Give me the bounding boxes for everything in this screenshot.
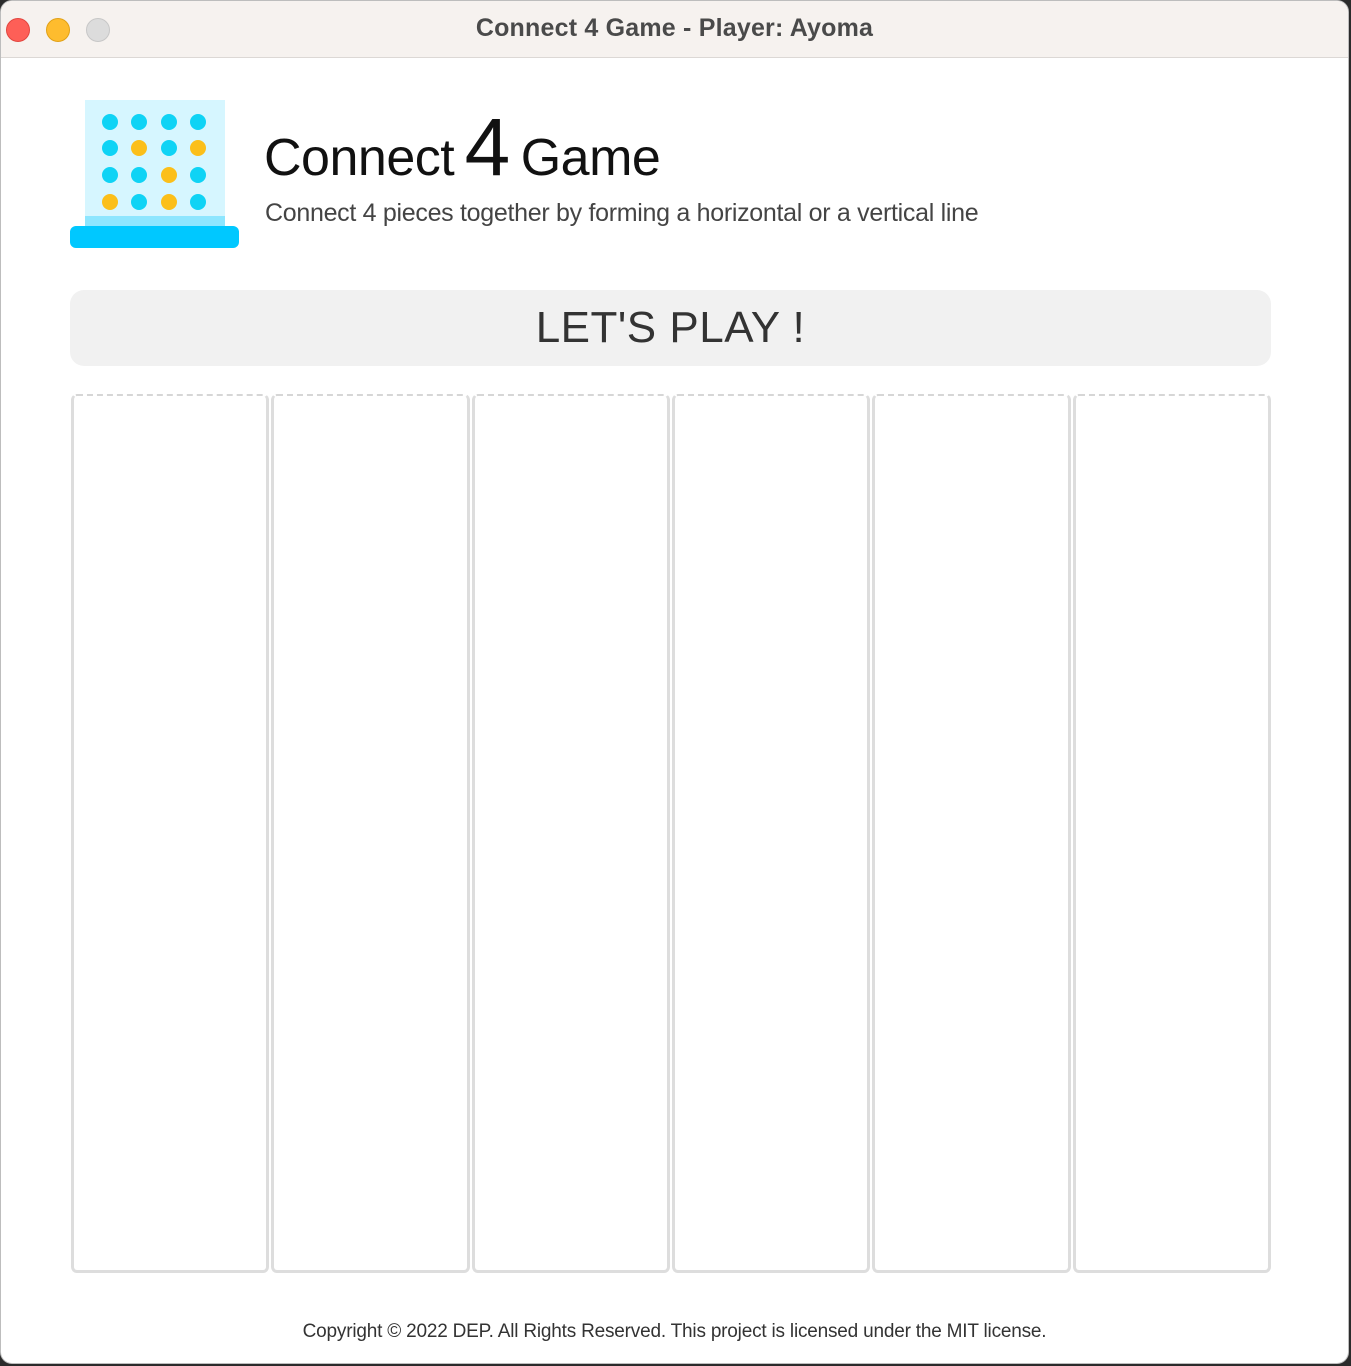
board-column-3[interactable] bbox=[471, 394, 670, 1273]
logo-disc bbox=[131, 140, 147, 156]
lets-play-button[interactable]: LET'S PLAY ! bbox=[70, 290, 1271, 366]
logo-disc bbox=[190, 194, 206, 210]
logo-disc bbox=[161, 194, 177, 210]
logo-disc bbox=[102, 167, 118, 183]
page-title: Connect 4 Game bbox=[264, 107, 661, 189]
logo-disc bbox=[190, 114, 206, 130]
logo-disc bbox=[161, 167, 177, 183]
logo-disc bbox=[131, 114, 147, 130]
title-connect: Connect bbox=[264, 129, 455, 187]
board-column-5[interactable] bbox=[872, 394, 1071, 1273]
logo-disc bbox=[161, 140, 177, 156]
board-column-1[interactable] bbox=[71, 394, 270, 1273]
connect-four-logo-icon bbox=[70, 100, 240, 250]
title-game: Game bbox=[520, 129, 661, 187]
logo-disc bbox=[131, 194, 147, 210]
logo-disc bbox=[102, 140, 118, 156]
page-subtitle: Connect 4 pieces together by forming a h… bbox=[265, 199, 979, 227]
logo-disc bbox=[102, 114, 118, 130]
window-title: Connect 4 Game - Player: Ayoma bbox=[475, 14, 874, 42]
app-window: Connect 4 Game - Player: Ayoma Connect 4… bbox=[0, 0, 1349, 1364]
game-board bbox=[71, 394, 1271, 1273]
copyright-footer: Copyright © 2022 DEP. All Rights Reserve… bbox=[302, 1321, 1047, 1342]
logo-base bbox=[70, 226, 239, 248]
title-bar: Connect 4 Game - Player: Ayoma bbox=[1, 1, 1348, 58]
board-column-6[interactable] bbox=[1072, 394, 1271, 1273]
board-column-4[interactable] bbox=[671, 394, 871, 1273]
logo-disc bbox=[190, 167, 206, 183]
board-column-2[interactable] bbox=[271, 394, 470, 1273]
title-number: 4 bbox=[464, 102, 511, 193]
logo-disc bbox=[161, 114, 177, 130]
logo-disc bbox=[102, 194, 118, 210]
logo-disc bbox=[190, 140, 206, 156]
logo-disc bbox=[131, 167, 147, 183]
